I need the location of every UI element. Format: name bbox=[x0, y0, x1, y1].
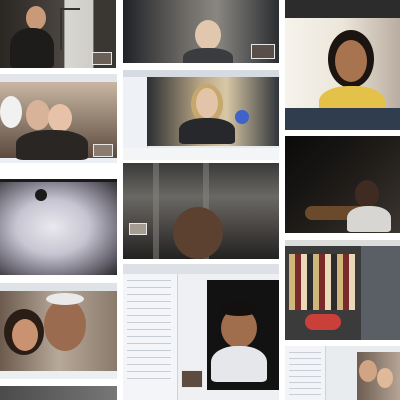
face bbox=[195, 20, 221, 50]
self-view-thumbnail bbox=[129, 223, 147, 235]
call-controls bbox=[0, 179, 117, 182]
blue-ball bbox=[235, 110, 249, 124]
ceiling-beam bbox=[153, 163, 159, 259]
white-hair bbox=[46, 293, 84, 305]
shirt bbox=[347, 206, 391, 232]
face bbox=[173, 207, 223, 259]
sidebar-list bbox=[289, 352, 321, 396]
window-bottom-bar bbox=[285, 108, 400, 130]
layers-panel bbox=[361, 246, 400, 340]
tile-woman-headphones-call bbox=[285, 0, 400, 130]
tile-boy-chat-window bbox=[123, 264, 279, 400]
app-toolbar bbox=[0, 74, 117, 82]
tile-dark-guitar-call bbox=[285, 136, 400, 233]
self-view-thumbnail bbox=[93, 144, 113, 157]
shirt bbox=[211, 346, 267, 382]
face-grandfather bbox=[44, 299, 86, 351]
face-man bbox=[26, 100, 50, 130]
window-toolbar bbox=[0, 283, 117, 291]
face-woman bbox=[48, 104, 72, 132]
hair bbox=[219, 302, 259, 316]
tile-couple-plush-toy-call bbox=[0, 74, 117, 163]
tile-girl-grandfather-call bbox=[0, 283, 117, 379]
face bbox=[335, 40, 367, 82]
face bbox=[26, 6, 46, 30]
face bbox=[355, 180, 379, 208]
tile-photoshop-fabric-window bbox=[285, 240, 400, 340]
self-view-thumbnail bbox=[181, 370, 203, 388]
face-girl bbox=[12, 319, 38, 351]
chat-bar bbox=[0, 371, 117, 379]
window-title-bar bbox=[285, 0, 400, 18]
face bbox=[196, 88, 218, 118]
whiteboard-drawing bbox=[60, 8, 80, 50]
tile-boy-whiteboard-call bbox=[0, 0, 116, 68]
tile-bottom-left-strip bbox=[0, 386, 117, 400]
tile-woman-dark-room-call bbox=[123, 0, 279, 63]
video-call-collage bbox=[0, 0, 400, 400]
plush-toy bbox=[0, 96, 22, 128]
fabric-swatches bbox=[289, 254, 355, 310]
face-toddler bbox=[377, 368, 393, 388]
contacts-sidebar bbox=[123, 77, 148, 149]
shirts bbox=[16, 130, 88, 160]
self-view-thumbnail bbox=[92, 52, 112, 65]
tile-blonde-woman-mac-window bbox=[123, 70, 279, 160]
chat-bar bbox=[123, 148, 279, 160]
tile-blurry-white-animal-call bbox=[0, 179, 117, 275]
face-boy bbox=[359, 360, 377, 382]
label-badge bbox=[305, 314, 341, 330]
sidebar-list bbox=[127, 280, 171, 380]
window-toolbar bbox=[123, 70, 279, 77]
shirt bbox=[10, 28, 54, 68]
tile-dim-ceiling-call bbox=[123, 163, 279, 259]
shirt bbox=[183, 48, 233, 63]
shirt bbox=[179, 118, 235, 144]
self-view-thumbnail bbox=[251, 44, 275, 59]
window-toolbar bbox=[123, 264, 279, 274]
animal-eye bbox=[35, 189, 47, 201]
tile-two-boys-chat-window bbox=[285, 346, 400, 400]
